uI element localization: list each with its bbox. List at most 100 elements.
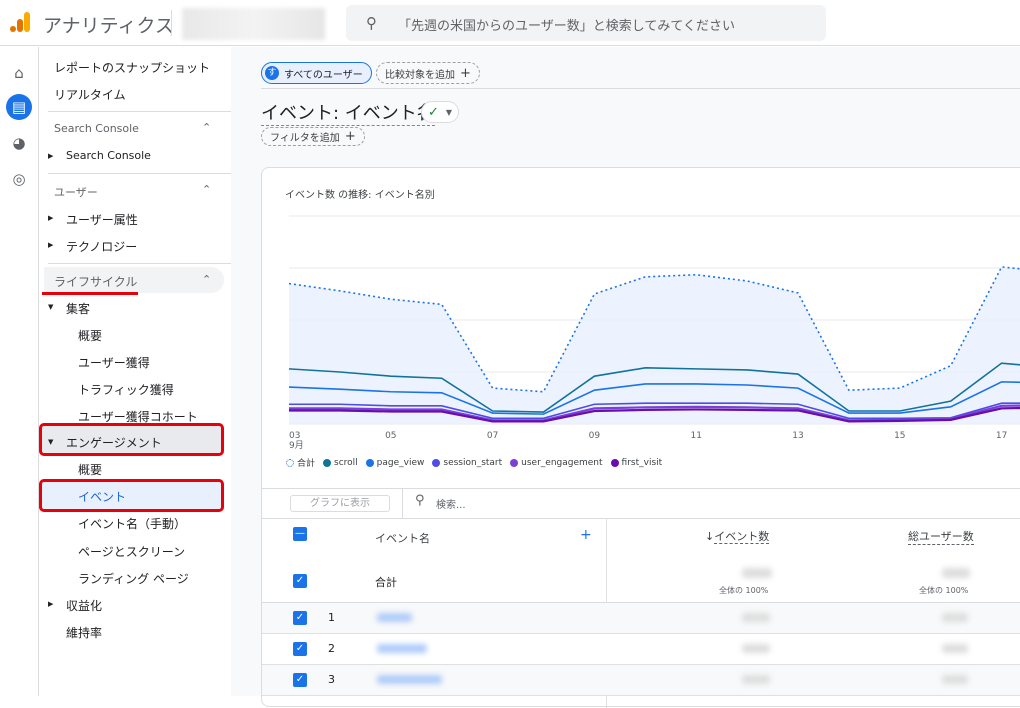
sidebar-item-landing[interactable]: ランディング ページ bbox=[78, 570, 189, 587]
sidebar-item-engagement[interactable]: エンゲージメント bbox=[66, 434, 162, 451]
sidebar-item-event-names[interactable]: イベント名（手動） bbox=[78, 515, 186, 532]
sidebar-item-search-console[interactable]: Search Console bbox=[66, 149, 151, 162]
segment-chip[interactable]: す すべてのユーザー bbox=[261, 62, 372, 84]
home-icon[interactable]: ⌂ bbox=[7, 61, 31, 85]
page-title[interactable]: イベント: イベント名 bbox=[261, 99, 435, 126]
legend-item[interactable]: session_start bbox=[432, 456, 502, 469]
sidebar-item-acq-overview[interactable]: 概要 bbox=[78, 327, 102, 344]
col-events-label: イベント数 bbox=[714, 530, 770, 544]
add-filter-label: フィルタを追加 bbox=[270, 133, 340, 144]
main-content: す すべてのユーザー 比較対象を追加 + イベント: イベント名 ✓ ▼ フィルタを… bbox=[231, 47, 1020, 708]
segment-label: すべてのユーザー bbox=[284, 69, 363, 81]
line-chart: 03 05 07 09 11 13 15 17 9月 bbox=[288, 215, 1020, 451]
event-count bbox=[742, 644, 770, 653]
select-all-checkbox[interactable]: — bbox=[293, 527, 307, 541]
divider bbox=[402, 488, 403, 518]
chevron-up-icon[interactable]: ⌃ bbox=[202, 183, 211, 196]
top-bar: アナリティクス ⚲ 「先週の米国からのユーザー数」と検索してみてください bbox=[0, 0, 1020, 46]
table-row[interactable]: ✓ 1 bbox=[262, 603, 1020, 634]
row-index: 3 bbox=[328, 673, 335, 686]
sidebar-item-technology[interactable]: テクノロジー bbox=[66, 238, 137, 255]
x-tick-label: 09 bbox=[589, 431, 601, 441]
row-index: 1 bbox=[328, 611, 335, 624]
legend-item[interactable]: scroll bbox=[323, 456, 358, 469]
event-count bbox=[742, 675, 770, 684]
sidebar-item-snapshot[interactable]: レポートのスナップショット bbox=[54, 59, 210, 76]
divider bbox=[171, 10, 172, 36]
table-row[interactable]: ✓ 2 bbox=[262, 634, 1020, 665]
divider bbox=[48, 263, 254, 264]
collapse-icon[interactable]: ▼ bbox=[48, 303, 53, 311]
x-tick-label: 13 bbox=[792, 431, 803, 441]
chevron-up-icon[interactable]: ⌃ bbox=[202, 273, 211, 286]
app-title: アナリティクス bbox=[43, 15, 174, 37]
collapse-icon[interactable]: ▼ bbox=[48, 438, 53, 446]
row-checkbox[interactable]: ✓ bbox=[293, 673, 307, 687]
sidebar-item-user-attributes[interactable]: ユーザー属性 bbox=[66, 211, 138, 228]
caret-down-icon: ▼ bbox=[445, 107, 453, 117]
total-label: 合計 bbox=[375, 576, 397, 589]
check-circle-icon: ✓ bbox=[428, 104, 439, 120]
sidebar-item-retention[interactable]: 維持率 bbox=[66, 624, 102, 641]
sidebar-item-realtime[interactable]: リアルタイム bbox=[54, 86, 126, 103]
user-count bbox=[942, 644, 968, 653]
section-lifecycle[interactable]: ライフサイクル bbox=[54, 273, 137, 290]
table-row[interactable]: ✓ 3 bbox=[262, 665, 1020, 696]
account-selector[interactable] bbox=[182, 8, 325, 40]
event-name-link[interactable] bbox=[377, 675, 442, 684]
divider bbox=[48, 111, 254, 112]
sidebar-item-pages[interactable]: ページとスクリーン bbox=[78, 543, 185, 560]
x-tick-label: 07 bbox=[487, 431, 498, 441]
search-input[interactable]: ⚲ 「先週の米国からのユーザー数」と検索してみてください bbox=[346, 5, 826, 41]
divider bbox=[48, 173, 254, 174]
row-checkbox[interactable]: ✓ bbox=[293, 611, 307, 625]
section-search-console[interactable]: Search Console bbox=[54, 122, 139, 135]
sidebar-item-events[interactable]: イベント bbox=[78, 488, 126, 505]
row-checkbox[interactable]: ✓ bbox=[293, 642, 307, 656]
sidebar-item-acquisition[interactable]: 集客 bbox=[66, 300, 90, 317]
status-dropdown[interactable]: ✓ ▼ bbox=[421, 101, 460, 123]
x-tick-label: 05 bbox=[385, 431, 396, 441]
segment-avatar: す bbox=[265, 66, 279, 80]
reports-icon[interactable]: ▤ bbox=[6, 94, 32, 120]
x-tick-label: 03 bbox=[289, 431, 300, 441]
expand-icon[interactable]: ▶ bbox=[48, 214, 53, 222]
divider bbox=[262, 488, 1020, 489]
legend-item[interactable]: 合計 bbox=[286, 456, 315, 469]
legend-item[interactable]: page_view bbox=[365, 456, 424, 469]
chevron-up-icon[interactable]: ⌃ bbox=[202, 121, 211, 134]
col-header-event-count[interactable]: ↓イベント数 bbox=[705, 528, 770, 544]
x-tick-label: 11 bbox=[690, 431, 701, 441]
table-search-input[interactable]: 検索... bbox=[436, 496, 466, 511]
total-area bbox=[289, 266, 1020, 424]
add-dimension-icon[interactable]: + bbox=[580, 527, 592, 543]
sidebar-item-user-acquisition[interactable]: ユーザー獲得 bbox=[78, 354, 150, 371]
divider bbox=[261, 88, 1020, 89]
explore-icon[interactable]: ◕ bbox=[7, 131, 31, 155]
plus-icon: + bbox=[460, 65, 471, 81]
divider bbox=[262, 518, 1020, 519]
advertising-icon[interactable]: ◎ bbox=[7, 167, 31, 191]
add-comparison-button[interactable]: 比較対象を追加 + bbox=[376, 62, 480, 84]
sidebar-item-traffic-acquisition[interactable]: トラフィック獲得 bbox=[78, 381, 174, 398]
col-header-event-name[interactable]: イベント名 bbox=[375, 530, 430, 546]
col-header-total-users[interactable]: 総ユーザー数 bbox=[908, 528, 974, 545]
plot-rows-button[interactable]: グラフに表示 bbox=[290, 495, 390, 512]
sort-down-icon: ↓ bbox=[705, 530, 715, 543]
add-filter-button[interactable]: フィルタを追加 + bbox=[261, 127, 365, 146]
legend-item[interactable]: first_visit bbox=[610, 456, 662, 469]
legend-item[interactable]: user_engagement bbox=[510, 456, 603, 469]
red-underline bbox=[42, 292, 138, 295]
section-user[interactable]: ユーザー bbox=[54, 184, 98, 200]
legend-swatch bbox=[365, 458, 374, 467]
row-checkbox-total[interactable]: ✓ bbox=[293, 574, 307, 588]
expand-icon[interactable]: ▶ bbox=[48, 241, 53, 249]
sidebar-item-eng-overview[interactable]: 概要 bbox=[78, 461, 102, 478]
total-user-count bbox=[942, 568, 970, 578]
event-name-link[interactable] bbox=[377, 613, 412, 622]
sidebar-item-monetization[interactable]: 収益化 bbox=[66, 597, 102, 614]
legend-label: scroll bbox=[334, 457, 358, 468]
event-name-link[interactable] bbox=[377, 644, 427, 653]
expand-icon[interactable]: ▶ bbox=[48, 600, 53, 608]
expand-icon[interactable]: ▶ bbox=[48, 152, 53, 160]
